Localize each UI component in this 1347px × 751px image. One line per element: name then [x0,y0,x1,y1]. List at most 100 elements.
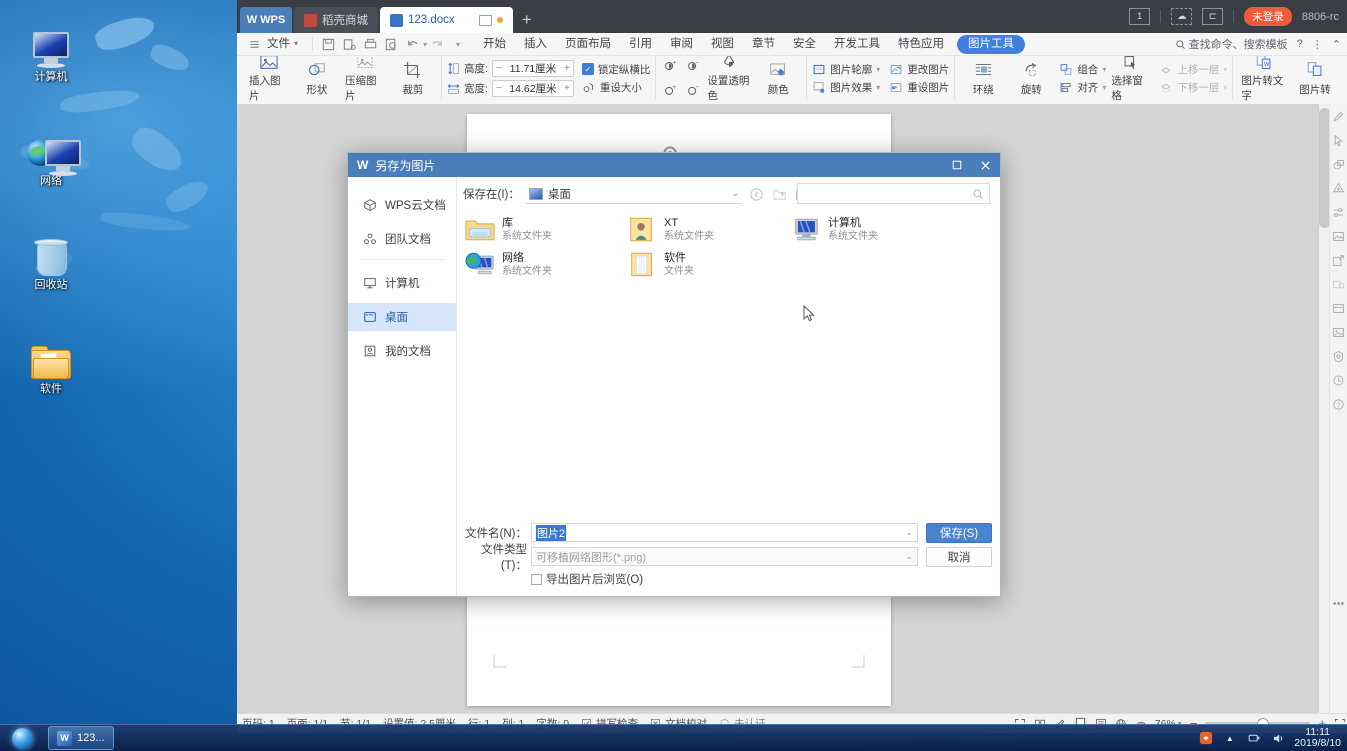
tab-start[interactable]: 开始 [474,33,515,55]
rotate-button[interactable]: 旋转 [1008,56,1054,100]
picture-convert-button[interactable]: 图片转 [1292,56,1338,100]
chevron-down-icon[interactable]: ▾ [1102,65,1106,74]
settings-sliders-icon[interactable] [1332,206,1345,219]
reset-picture-button[interactable]: 重设图片 [889,80,949,95]
security-badge-icon[interactable] [1332,350,1345,363]
sidebar-item-wps-cloud[interactable]: WPS云文档 [348,191,456,219]
start-button[interactable] [0,726,44,750]
cloud-sync-icon[interactable]: ☁ [1171,8,1193,25]
tab-developer-tools[interactable]: 开发工具 [825,33,889,55]
list-item[interactable]: 计算机 系统文件夹 [791,213,951,247]
sidebar-item-computer[interactable]: 计算机 [348,269,456,297]
tab-picture-tools[interactable]: 图片工具 [957,34,1026,54]
sogou-icon[interactable] [1198,731,1213,746]
print-icon[interactable] [363,37,378,52]
search-input-field[interactable] [798,186,972,201]
save-icon[interactable] [321,37,336,52]
undo-dropdown-icon[interactable]: ▾ [423,40,427,49]
tab-review[interactable]: 审阅 [661,33,702,55]
tab-section[interactable]: 章节 [743,33,784,55]
chevron-down-icon[interactable]: ▾ [1223,83,1227,92]
picture-effects-button[interactable]: 图片效果 ▾ [812,80,880,95]
dialog-search-input[interactable] [797,183,990,204]
back-icon[interactable] [748,186,765,203]
more-options-icon[interactable]: ⋮ [1312,38,1323,51]
print-preview-icon[interactable] [384,37,399,52]
output-pdf-icon[interactable] [342,37,357,52]
desktop-icon-software[interactable]: 软件 [12,326,90,396]
new-tab-button[interactable]: + [522,10,532,30]
cancel-button[interactable]: 取消 [926,546,992,567]
tab-123-docx[interactable]: 123.docx [380,7,513,33]
filename-input[interactable]: 图片2 ⌄ [531,523,918,542]
path-select[interactable]: 桌面 ⌄ [525,185,742,204]
backup-icon[interactable]: ⊏ [1202,8,1224,25]
up-folder-icon[interactable] [771,186,788,203]
taskbar-item-wps[interactable]: W 123... [48,726,114,750]
tab-featured-apps[interactable]: 特色应用 [889,33,953,55]
lock-aspect-ratio-checkbox[interactable]: ✓ 锁定纵横比 [581,62,650,77]
width-stepper[interactable]: − 14.62厘米 + [491,79,574,97]
redo-icon[interactable] [430,37,445,52]
save-button[interactable]: 保存(S) [926,522,992,543]
selection-pane-button[interactable]: 选择窗格 [1108,56,1154,102]
desktop-icon-computer[interactable]: 计算机 [12,14,90,84]
share-export-icon[interactable] [1332,254,1345,267]
reset-size-button[interactable]: 重设大小 [582,80,651,95]
chevron-down-icon[interactable]: ⌄ [905,527,913,538]
help-circle-icon[interactable]: ? [1332,398,1345,411]
login-status-badge[interactable]: 未登录 [1244,7,1292,26]
align-button[interactable]: 对齐 ▾ [1059,80,1106,95]
increase-contrast-icon[interactable]: + [663,83,677,97]
list-item[interactable]: 软件 文件夹 [627,248,787,282]
insert-picture-button[interactable]: 插入图片 [246,56,292,102]
history-clock-icon[interactable] [1332,374,1345,387]
sidebar-item-team-docs[interactable]: 团队文档 [348,225,456,253]
chevron-down-icon[interactable]: ⌄ [905,551,913,562]
chevron-down-icon[interactable]: ▾ [1102,83,1106,92]
dialog-title-bar[interactable]: W 另存为图片 [348,153,1000,177]
command-search[interactable]: 查找命令、搜索模板 [1175,36,1288,52]
file-menu-button[interactable]: 文件 ▾ [237,33,307,55]
chevron-down-icon[interactable]: ▾ [876,65,880,74]
undo-icon[interactable] [405,37,420,52]
decrease-contrast-icon[interactable]: − [686,83,700,97]
help-button[interactable]: ? [1297,38,1303,50]
desktop-icon-recycle-bin[interactable]: 回收站 [12,222,90,292]
cursor-select-icon[interactable] [1332,134,1345,147]
list-item[interactable]: 库 系统文件夹 [465,213,625,247]
quick-access-dropdown-icon[interactable]: ▾ [456,40,460,49]
text-wrap-button[interactable]: 环绕 [960,56,1006,100]
browse-after-export-checkbox[interactable]: 导出图片后浏览(O) [457,571,1000,587]
bring-forward-button[interactable]: 上移一层 ▾ [1159,62,1227,77]
table-insert-icon[interactable] [1332,278,1345,291]
decrement-icon[interactable]: − [493,63,505,74]
sidebar-item-my-documents[interactable]: 我的文档 [348,337,456,365]
collapse-ribbon-icon[interactable]: ⌃ [1332,38,1341,51]
set-transparent-color-button[interactable]: 设置透明色 [704,56,753,102]
change-picture-button[interactable]: 更改图片 [889,62,949,77]
present-screen-icon[interactable] [478,14,492,26]
archive-box-icon[interactable] [1332,302,1345,315]
compress-picture-button[interactable]: 压缩图片 [342,56,388,102]
watermark-icon[interactable] [1332,182,1345,195]
photo-icon[interactable] [1332,326,1345,339]
tab-references[interactable]: 引用 [620,33,661,55]
picture-to-text-button[interactable]: W 图片转文字 [1238,56,1290,102]
clock[interactable]: 11:11 2019/8/10 [1294,726,1341,750]
shape-button[interactable]: 形状 [294,56,340,100]
color-button[interactable]: 颜色 [755,56,801,100]
volume-icon[interactable] [1270,731,1285,746]
maximize-button[interactable] [942,153,971,177]
tab-insert[interactable]: 插入 [515,33,556,55]
tab-view[interactable]: 视图 [702,33,743,55]
decrease-brightness-icon[interactable]: − [686,59,700,73]
increment-icon[interactable]: + [561,83,573,94]
list-item[interactable]: 网络 系统文件夹 [465,248,625,282]
chevron-up-icon[interactable]: ▲ [1222,731,1237,746]
increase-brightness-icon[interactable]: + [663,59,677,73]
close-button[interactable] [971,153,1000,177]
filetype-select[interactable]: 可移植网络图形(*.png) ⌄ [531,547,918,566]
tab-security[interactable]: 安全 [784,33,825,55]
shape-icon[interactable] [1332,158,1345,171]
